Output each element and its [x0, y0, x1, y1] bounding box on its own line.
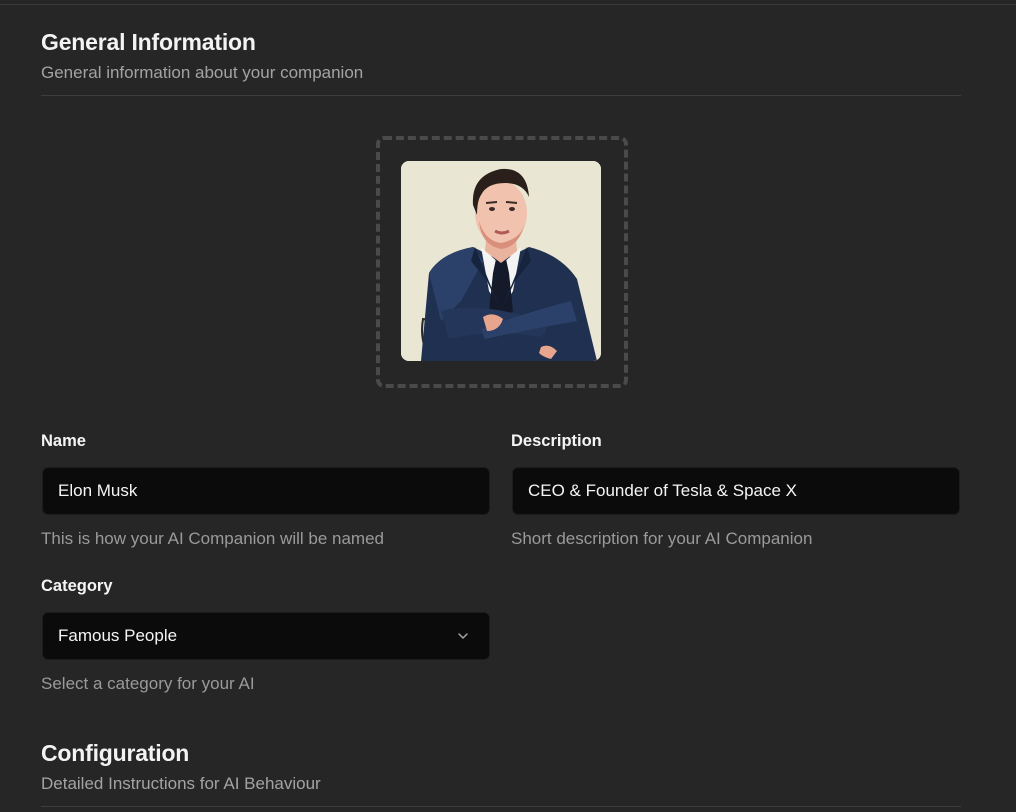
category-select[interactable]: Famous People: [42, 612, 490, 660]
general-information-title: General Information: [41, 29, 256, 55]
name-input[interactable]: [42, 467, 490, 515]
configuration-subtitle: Detailed Instructions for AI Behaviour: [41, 774, 321, 793]
avatar-portrait-image: [401, 161, 601, 361]
name-label: Name: [41, 432, 86, 450]
avatar[interactable]: [401, 161, 601, 361]
configuration-title: Configuration: [41, 740, 190, 766]
name-help-text: This is how your AI Companion will be na…: [41, 529, 384, 548]
category-help-text: Select a category for your AI: [41, 674, 255, 693]
description-input[interactable]: [512, 467, 960, 515]
category-label: Category: [41, 577, 113, 595]
top-divider: [0, 4, 1016, 5]
description-label: Description: [511, 432, 602, 450]
section-divider: [41, 95, 961, 96]
description-help-text: Short description for your AI Companion: [511, 529, 813, 548]
chevron-down-icon: [455, 628, 471, 644]
general-information-subtitle: General information about your companion: [41, 63, 364, 82]
category-selected-value: Famous People: [58, 626, 178, 645]
configuration-divider: [41, 806, 961, 807]
